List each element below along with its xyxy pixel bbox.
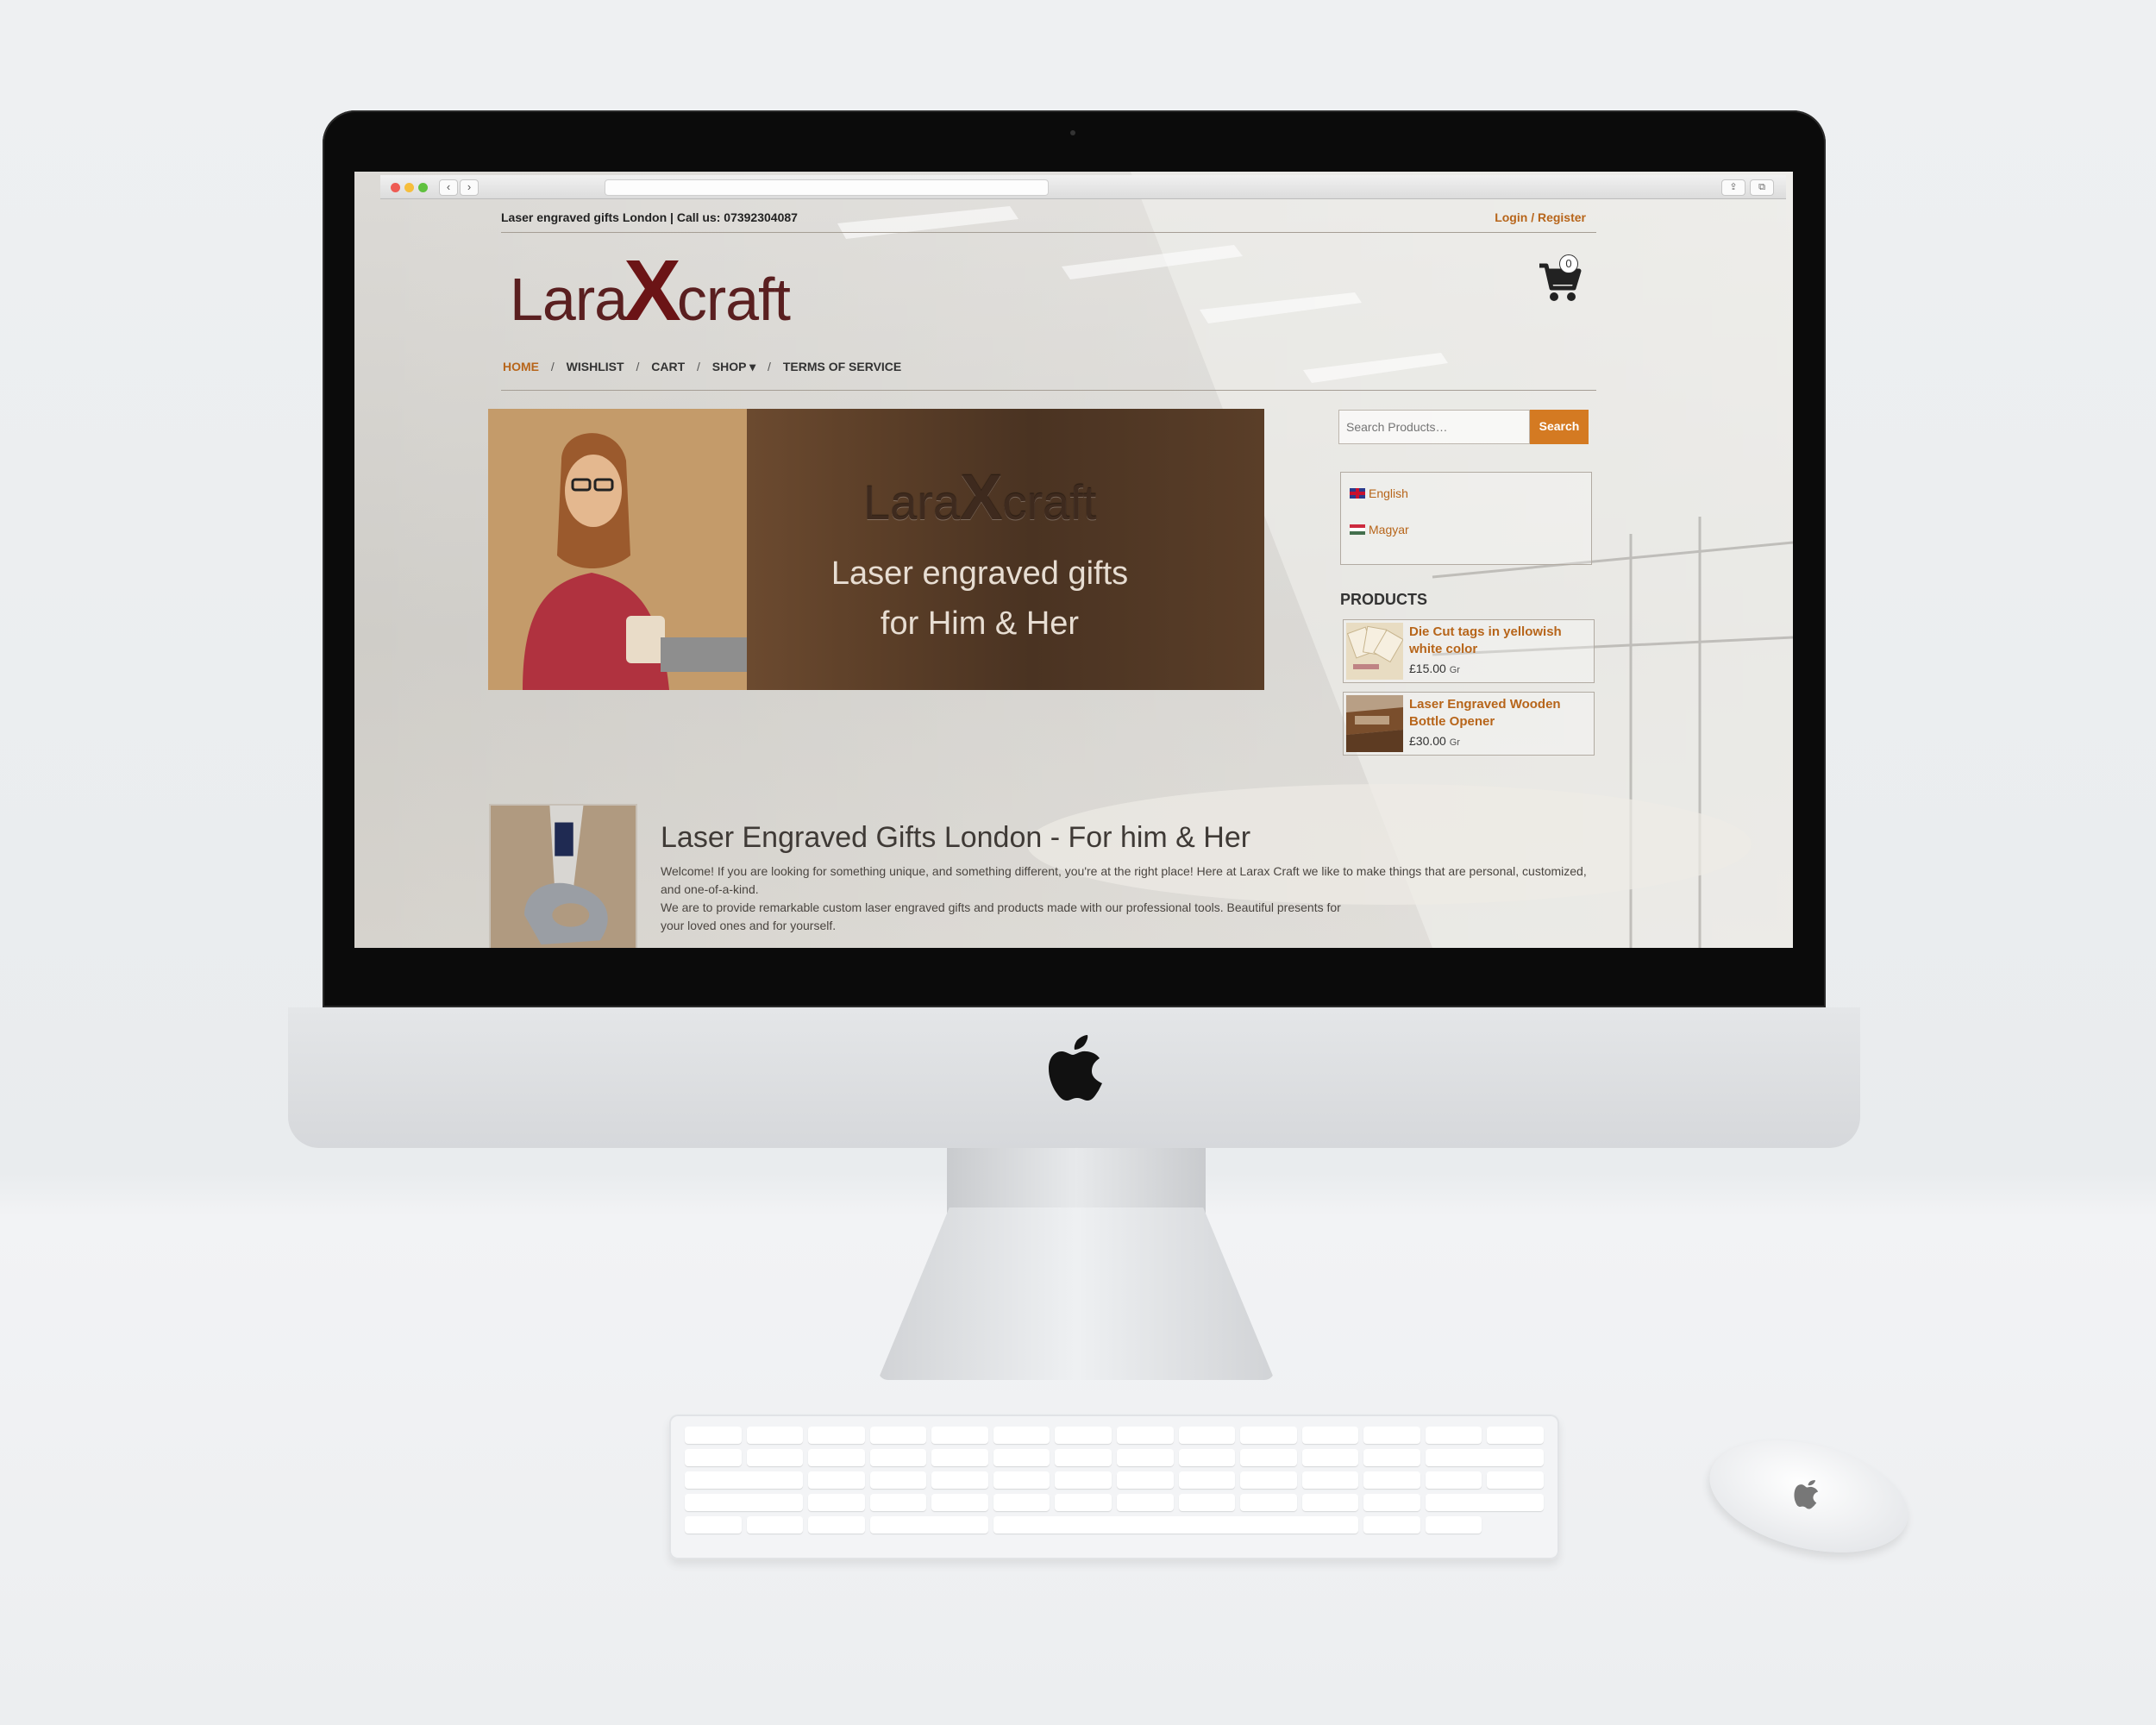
article-paragraph: Welcome! If you are looking for somethin… bbox=[661, 864, 1587, 896]
product-thumbnail bbox=[1346, 695, 1403, 752]
top-bar: Laser engraved gifts London | Call us: 0… bbox=[501, 210, 1596, 229]
hungary-flag-icon bbox=[1350, 524, 1365, 535]
nav-separator: / bbox=[636, 360, 640, 373]
forward-icon[interactable]: › bbox=[460, 179, 479, 196]
nav-cart[interactable]: CART bbox=[651, 360, 685, 373]
product-card[interactable]: Die Cut tags in yellowish white color £1… bbox=[1343, 619, 1595, 683]
article-title: Laser Engraved Gifts London - For him & … bbox=[661, 821, 1251, 854]
imac-stand-neck bbox=[947, 1148, 1206, 1217]
logo-part1: Lara bbox=[510, 266, 628, 333]
login-register-link[interactable]: Login / Register bbox=[1495, 210, 1586, 224]
search-input[interactable] bbox=[1338, 410, 1530, 444]
article-image-bottle-opener bbox=[489, 804, 637, 948]
product-card[interactable]: Laser Engraved Wooden Bottle Opener £30.… bbox=[1343, 692, 1595, 756]
main-navigation: HOME / WISHLIST / CART / SHOP ▾ / TERMS … bbox=[503, 360, 910, 379]
product-price: £30.00 Gr bbox=[1409, 734, 1460, 748]
browser-toolbar: ‹ › ⇪ ⧉ bbox=[380, 175, 1786, 199]
language-magyar-label: Magyar bbox=[1369, 523, 1409, 536]
uk-flag-icon bbox=[1350, 488, 1365, 499]
banner-photo-woman bbox=[488, 409, 747, 690]
search-button[interactable]: Search bbox=[1530, 410, 1589, 444]
hero-banner[interactable]: LaraXcraft Laser engraved gifts for Him … bbox=[488, 409, 1264, 690]
language-english-label: English bbox=[1369, 486, 1408, 500]
imac-stand-foot bbox=[878, 1208, 1275, 1380]
banner-logo-x: X bbox=[960, 461, 1003, 533]
website: Laser engraved gifts London | Call us: 0… bbox=[354, 200, 1793, 948]
apple-logo-icon bbox=[1794, 1480, 1819, 1509]
nav-separator: / bbox=[768, 360, 771, 373]
maximize-window-button[interactable] bbox=[418, 183, 428, 192]
site-logo[interactable]: LaraXcraft bbox=[510, 248, 791, 334]
language-english[interactable]: English bbox=[1350, 486, 1408, 500]
products-heading: PRODUCTS bbox=[1340, 591, 1428, 608]
banner-logo: LaraXcraft bbox=[863, 461, 1096, 534]
price-unit: Gr bbox=[1449, 737, 1460, 748]
price-value: £15.00 bbox=[1409, 662, 1446, 675]
nav-separator: / bbox=[697, 360, 700, 373]
banner-logo-part2: craft bbox=[1002, 475, 1097, 530]
close-window-button[interactable] bbox=[391, 183, 400, 192]
cart-count-badge: 0 bbox=[1559, 254, 1578, 273]
share-icon[interactable]: ⇪ bbox=[1721, 179, 1745, 196]
logo-x: X bbox=[624, 242, 681, 339]
magic-mouse bbox=[1697, 1421, 1921, 1571]
product-name[interactable]: Die Cut tags in yellowish white color bbox=[1409, 624, 1590, 658]
nav-separator: / bbox=[550, 360, 555, 373]
language-magyar[interactable]: Magyar bbox=[1350, 523, 1409, 536]
screen: ‹ › ⇪ ⧉ Laser engraved gifts London | Ca… bbox=[354, 172, 1793, 948]
article-paragraph: We are to provide remarkable custom lase… bbox=[661, 900, 1341, 932]
price-value: £30.00 bbox=[1409, 734, 1446, 748]
product-price: £15.00 Gr bbox=[1409, 662, 1460, 675]
divider bbox=[501, 232, 1596, 233]
logo-part2: craft bbox=[676, 266, 791, 333]
banner-tagline-2: for Him & Her bbox=[880, 605, 1080, 642]
article-body: Welcome! If you are looking for somethin… bbox=[661, 862, 1592, 935]
back-icon[interactable]: ‹ bbox=[439, 179, 458, 196]
divider bbox=[501, 390, 1596, 391]
nav-home[interactable]: HOME bbox=[503, 360, 539, 373]
tabs-icon[interactable]: ⧉ bbox=[1750, 179, 1774, 196]
keyboard bbox=[669, 1414, 1559, 1559]
banner-tagline-1: Laser engraved gifts bbox=[830, 555, 1129, 592]
nav-shop-dropdown[interactable]: SHOP ▾ bbox=[712, 360, 755, 374]
price-unit: Gr bbox=[1449, 665, 1460, 675]
minimize-window-button[interactable] bbox=[404, 183, 414, 192]
nav-terms-of-service[interactable]: TERMS OF SERVICE bbox=[783, 360, 901, 373]
apple-logo-icon bbox=[1049, 1035, 1102, 1101]
product-name[interactable]: Laser Engraved Wooden Bottle Opener bbox=[1409, 696, 1590, 731]
address-bar[interactable] bbox=[605, 179, 1049, 196]
banner-logo-part1: Lara bbox=[863, 475, 961, 530]
top-bar-text: Laser engraved gifts London | Call us: 0… bbox=[501, 210, 798, 224]
product-thumbnail bbox=[1346, 623, 1403, 680]
language-switcher: English Magyar bbox=[1340, 472, 1592, 565]
camera-dot bbox=[1070, 130, 1075, 135]
desktop-scene: ‹ › ⇪ ⧉ Laser engraved gifts London | Ca… bbox=[0, 0, 2156, 1725]
nav-wishlist[interactable]: WISHLIST bbox=[567, 360, 624, 373]
